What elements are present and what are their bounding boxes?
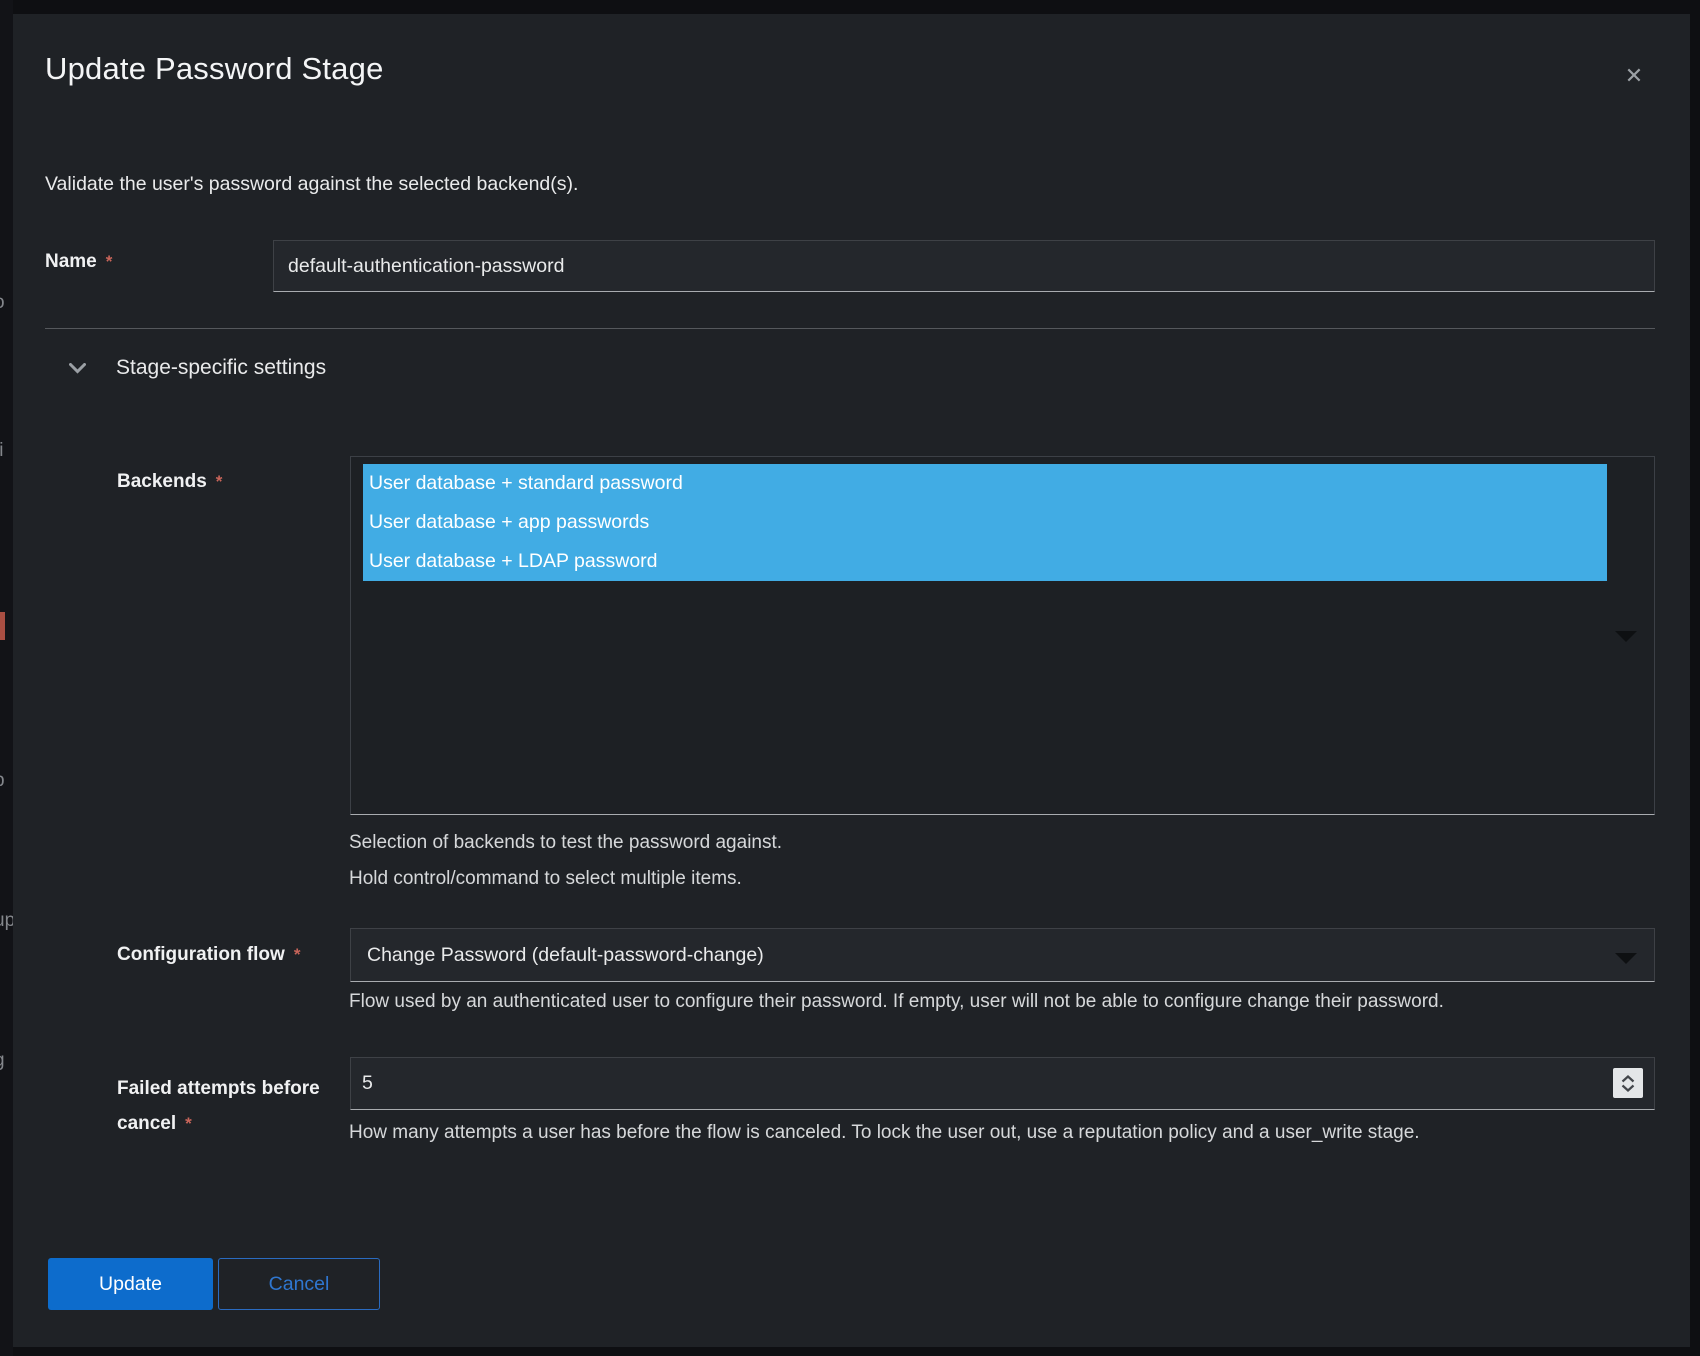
background-text-fragment: ti bbox=[0, 440, 4, 462]
background-page-edge: o ti p up g bbox=[0, 0, 13, 1356]
stage-specific-settings-toggle[interactable]: Stage-specific settings bbox=[69, 356, 326, 380]
backends-option-selected[interactable]: User database + LDAP password bbox=[363, 542, 1607, 581]
required-marker: * bbox=[185, 1114, 192, 1133]
configuration-flow-field-label: Configuration flow* bbox=[117, 943, 300, 967]
update-password-stage-modal: Update Password Stage ✕ Validate the use… bbox=[13, 14, 1690, 1347]
required-marker: * bbox=[106, 252, 113, 271]
form-divider bbox=[45, 328, 1655, 329]
chevron-up-icon bbox=[1621, 1075, 1635, 1083]
failed-attempts-input[interactable] bbox=[350, 1057, 1655, 1110]
section-header-label: Stage-specific settings bbox=[116, 356, 326, 380]
select-caret-icon bbox=[1615, 631, 1637, 642]
modal-description: Validate the user's password against the… bbox=[45, 173, 578, 196]
backends-help-text: Selection of backends to test the passwo… bbox=[349, 831, 782, 855]
backends-option-selected[interactable]: User database + app passwords bbox=[363, 503, 1607, 542]
backends-help-text: Hold control/command to select multiple … bbox=[349, 867, 742, 891]
cancel-button[interactable]: Cancel bbox=[218, 1258, 380, 1310]
configuration-flow-select[interactable]: Change Password (default-password-change… bbox=[350, 928, 1655, 982]
modal-title: Update Password Stage bbox=[45, 51, 384, 87]
select-caret-icon bbox=[1615, 953, 1637, 964]
name-input[interactable] bbox=[273, 240, 1655, 292]
background-text-fragment: g bbox=[0, 1050, 5, 1072]
background-red-mark bbox=[0, 612, 5, 640]
update-button[interactable]: Update bbox=[48, 1258, 213, 1310]
background-text-fragment: p bbox=[0, 770, 5, 792]
background-text-fragment: up bbox=[0, 910, 13, 932]
chevron-down-icon bbox=[69, 363, 86, 374]
failed-attempts-help-text: How many attempts a user has before the … bbox=[349, 1121, 1420, 1145]
required-marker: * bbox=[216, 472, 223, 491]
name-field-label: Name* bbox=[45, 250, 112, 274]
close-button[interactable]: ✕ bbox=[1618, 60, 1650, 92]
backends-multiselect[interactable]: User database + standard password User d… bbox=[350, 456, 1655, 815]
backends-option-selected[interactable]: User database + standard password bbox=[363, 464, 1607, 503]
failed-attempts-field-label: Failed attempts before cancel* bbox=[117, 1071, 362, 1141]
configuration-flow-help-text: Flow used by an authenticated user to co… bbox=[349, 990, 1444, 1014]
number-stepper[interactable] bbox=[1613, 1068, 1643, 1098]
backends-field-label: Backends* bbox=[117, 470, 222, 494]
required-marker: * bbox=[294, 945, 301, 964]
close-icon: ✕ bbox=[1625, 63, 1643, 88]
chevron-down-icon bbox=[1621, 1084, 1635, 1092]
configuration-flow-selected-value: Change Password (default-password-change… bbox=[367, 944, 764, 967]
background-text-fragment: o bbox=[0, 292, 5, 314]
